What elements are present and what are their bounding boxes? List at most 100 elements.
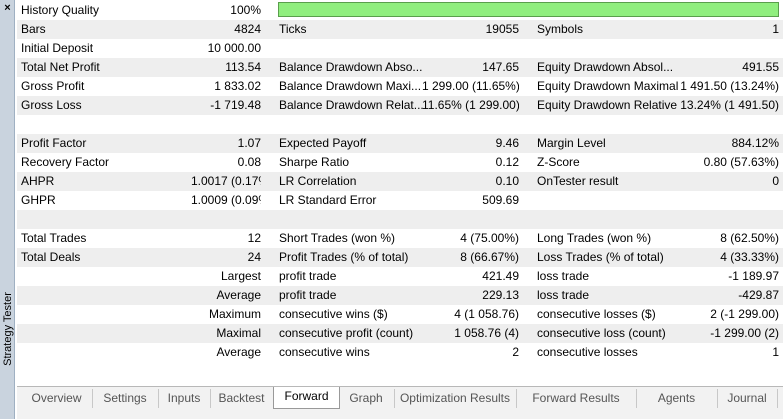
history-quality-bar [278,2,779,17]
tab-forward-results[interactable]: Forward Results [516,389,637,408]
report-cell-v2: 1 299.00 (11.65%) [422,79,519,93]
report-cell-v3: 884.12% [731,136,779,150]
report-row: Total Net Profit 113.54 Balance Drawdown A… [17,58,783,77]
report-cell-l2: LR Correlation [279,174,357,188]
report-cell-l1: Profit Factor [21,136,87,150]
report-cell-v2 [422,115,519,134]
report-cell-l2: consecutive wins [279,345,370,359]
report-cell-l3: consecutive losses ($) [537,307,656,321]
report-row: Gross Profit 1 833.02 Balance Drawdown Max… [17,77,783,96]
report-cell-v3: 13.24% (1 491.50) [680,98,779,112]
report-cell-l2: LR Standard Error [279,193,377,207]
tab-settings[interactable]: Settings [92,389,159,408]
report-row: GHPR 1.0009 (0.09%) LR Standard Error 509.6… [17,191,783,210]
report-cell-l3 [537,191,682,210]
report-row: Average consecutive wins 2 consecutive loss… [17,343,783,362]
report-cell-v1: 1 833.02 [214,79,261,93]
report-cell-l1: GHPR [21,193,56,207]
report-cell-v2: 4 (75.00%) [460,231,519,245]
report-cell-v2: 0.10 [495,174,519,188]
report-cell-l3: consecutive losses [537,345,638,359]
report-cell-r1: Maximal [216,326,261,340]
report-cell-v2: 0.12 [495,155,519,169]
tab-inputs[interactable]: Inputs [158,389,211,408]
report-cell-v3: 2 (-1 299.00) [710,307,779,321]
report-cell-v3: -429.87 [738,288,779,302]
report-cell-l1: Gross Profit [21,79,85,93]
report-cell-l1: AHPR [21,174,55,188]
report-row: Maximal consecutive profit (count) 1 058.7… [17,324,783,343]
report-cell-v3: 0.80 (57.63%) [703,155,779,169]
close-icon[interactable]: × [2,3,13,14]
report-cell-v2: 9.46 [495,136,519,150]
report-cell-r1: Maximum [208,307,261,321]
report-cell-l2: Short Trades (won %) [279,231,396,245]
report-row: Initial Deposit 10 000.00 [17,39,783,58]
tab-backtest[interactable]: Backtest [210,389,274,408]
report-cell-v3 [677,191,779,210]
report-cell-l2: consecutive wins ($) [279,307,388,321]
report-row [17,210,783,229]
history-quality-row: History Quality 100% [17,1,783,20]
report-cell-l1: Gross Loss [21,98,82,112]
report-row: Profit Factor 1.07 Expected Payoff 9.46 Marg… [17,134,783,153]
tab-agents[interactable]: Agents [636,389,718,408]
report-cell-v1: 4824 [234,22,261,36]
report-cell-v1: 1.0009 (0.09%) [191,193,261,207]
report-cell-v3: 8 (62.50%) [720,231,779,245]
report-cell-v1: 1.07 [237,136,261,150]
report-cell-v2: 509.69 [482,193,519,207]
report-row: Total Trades 12 Short Trades (won %) 4 (75.… [17,229,783,248]
report-row: Bars 4824 Ticks 19055 Symbols 1 [17,20,783,39]
report-cell-v2: 11.65% (1 299.00) [422,98,519,112]
report-row: Largest profit trade 421.49 loss trade -1 18… [17,267,783,286]
tab-graph[interactable]: Graph [338,389,395,408]
report-cell-l3: Equity Drawdown Relative [537,98,678,112]
report-cell-v1: 0.08 [237,155,261,169]
report-cell-l1: Initial Deposit [21,41,94,55]
report-row: Gross Loss -1 719.48 Balance Drawdown Rela… [17,96,783,115]
report-cell-l2: Ticks [279,22,307,36]
report-cell-r1: Largest [220,269,261,283]
report-cell-l3: Margin Level [537,136,606,150]
report-cell-v2: 8 (66.67%) [460,250,519,264]
report-cell-l2 [279,210,429,229]
report-cell-l3 [537,210,682,229]
report-cell-l3: Z-Score [537,155,580,169]
report-cell-v2: 229.13 [482,288,519,302]
report-cell-l1: Total Trades [21,231,87,245]
report-cell-v3: -1 189.97 [728,269,779,283]
report-row: Average profit trade 229.13 loss trade -429.… [17,286,783,305]
panel-title-vertical: Strategy Tester [0,269,15,389]
report-cell-l3: Symbols [537,22,584,36]
report-cell-l1 [21,115,191,134]
report-cell-l3: Long Trades (won %) [537,231,652,245]
report-cell-v2: 147.65 [482,60,519,74]
report-cell-l2: Sharpe Ratio [279,155,350,169]
report-row: AHPR 1.0017 (0.17%) LR Correlation 0.10 OnTe… [17,172,783,191]
report-cell-v3: 1 [772,22,779,36]
report-cell-v1: 113.54 [225,60,261,74]
report-cell-v3: 1 [772,345,779,359]
report-cell-v3 [677,39,779,58]
report-cell-v2 [422,210,519,229]
report-cell-l3: loss trade [537,288,590,302]
report-cell-l2 [279,115,429,134]
tab-overview[interactable]: Overview [21,389,93,408]
report-cell-v2: 4 (1 058.76) [454,307,519,321]
report-cell-l1: Total Deals [21,250,81,264]
report-cell-l2: profit trade [279,288,337,302]
report-cell-l3: Loss Trades (% of total) [537,250,664,264]
report-cell-l2: Expected Payoff [279,136,367,150]
history-quality-label: History Quality [21,3,100,17]
report-cell-v1: 1.0017 (0.17%) [191,174,261,188]
report-cell-v2: 1 058.76 (4) [454,326,519,340]
report-cell-l3: Equity Drawdown Absol... [537,60,674,74]
tab-optimization-results[interactable]: Optimization Results [394,389,517,408]
report-cell-l2: profit trade [279,269,337,283]
tab-journal[interactable]: Journal [717,389,778,408]
report-cell-l3: consecutive loss (count) [537,326,666,340]
report-cell-v3: 491.55 [742,60,779,74]
report-cell-l2 [279,39,429,58]
tab-forward[interactable]: Forward [273,387,340,409]
